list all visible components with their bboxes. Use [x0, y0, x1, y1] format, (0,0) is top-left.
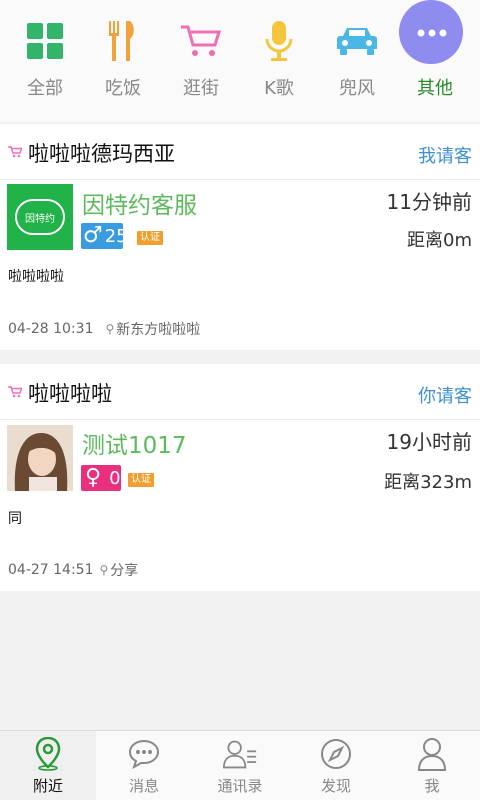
post-location: 分享 — [110, 563, 139, 579]
treat-label[interactable]: 我请客 — [418, 142, 472, 168]
gender-age-badge: ♂ 25 — [81, 223, 128, 249]
post-meta: 04-27 14:51 ⚲ 分享 — [8, 560, 138, 580]
location-pin-icon: ⚲ — [105, 322, 115, 336]
category-label: 兜风 — [339, 78, 375, 99]
microphone-icon — [254, 16, 304, 66]
treat-label[interactable]: 你请客 — [418, 382, 472, 408]
tab-contacts[interactable]: 通讯录 — [192, 731, 288, 800]
tab-label: 发现 — [320, 777, 351, 795]
avatar[interactable] — [7, 425, 73, 491]
tab-nearby[interactable]: 附近 — [0, 731, 96, 800]
tab-messages[interactable]: 消息 — [96, 731, 192, 800]
more-icon — [406, 7, 458, 59]
post-card[interactable]: 啦啦啦啦 你请客 测试1017 19小时前 ♀ 0 认证 距离323m 同 04… — [0, 364, 480, 591]
avatar-photo — [7, 425, 73, 491]
distance: 距离0m — [407, 230, 472, 251]
username[interactable]: 因特约客服 — [82, 186, 197, 220]
post-title: 啦啦啦啦 — [28, 382, 112, 406]
female-icon: ♀ — [85, 465, 102, 490]
post-title: 啦啦啦德玛西亚 — [28, 142, 175, 166]
time-ago: 11分钟前 — [386, 190, 472, 214]
category-bar: 全部 吃饭 逛街 K歌 兜风 其他 — [0, 0, 480, 122]
category-label: 吃饭 — [105, 78, 141, 99]
category-shopping[interactable]: 逛街 — [166, 10, 236, 110]
category-all[interactable]: 全部 — [10, 10, 80, 110]
contacts-icon — [223, 737, 257, 771]
post-message: 同 — [8, 511, 22, 527]
post-message: 啦啦啦啦 — [8, 269, 64, 285]
category-other[interactable]: 其他 — [399, 0, 470, 110]
fork-knife-icon — [98, 16, 148, 66]
tab-label: 通讯录 — [217, 777, 263, 795]
car-icon — [332, 16, 382, 66]
category-label: K歌 — [264, 78, 294, 99]
post-header: 啦啦啦德玛西亚 我请客 — [0, 124, 480, 180]
distance: 距离323m — [384, 472, 472, 493]
category-label: 逛街 — [183, 78, 219, 99]
bottom-tab-bar: 附近 消息 通讯录 发现 我 — [0, 730, 480, 800]
time-ago: 19小时前 — [386, 430, 472, 454]
gender-age-badge: ♀ 0 — [81, 465, 121, 491]
age: 0 — [109, 467, 121, 489]
verified-badge: 认证 — [137, 231, 163, 245]
age: 25 — [104, 225, 128, 247]
verified-badge: 认证 — [128, 473, 154, 487]
category-drive[interactable]: 兜风 — [322, 10, 392, 110]
post-card[interactable]: 啦啦啦德玛西亚 我请客 因特约 因特约客服 11分钟前 ♂ 25 认证 距离0m… — [0, 124, 480, 350]
username[interactable]: 测试1017 — [82, 426, 187, 460]
chat-bubble-icon — [127, 737, 161, 771]
tab-discover[interactable]: 发现 — [288, 731, 384, 800]
post-meta: 04-28 10:31 ⚲ 新东方啦啦啦 — [8, 319, 200, 339]
cart-icon — [8, 146, 22, 158]
post-location: 新东方啦啦啦 — [116, 322, 201, 338]
shopping-cart-icon — [176, 16, 226, 66]
tab-label: 附近 — [32, 777, 63, 795]
location-pin-icon: ⚲ — [99, 563, 109, 577]
post-date: 04-28 10:31 — [8, 321, 94, 337]
category-karaoke[interactable]: K歌 — [244, 10, 314, 110]
location-pin-icon — [31, 737, 65, 771]
tab-label: 消息 — [128, 777, 159, 795]
category-label: 其他 — [417, 78, 453, 99]
category-label: 全部 — [27, 78, 63, 99]
person-icon — [415, 737, 449, 771]
post-header: 啦啦啦啦 你请客 — [0, 364, 480, 420]
tab-label: 我 — [424, 777, 440, 795]
male-icon: ♂ — [83, 223, 103, 248]
compass-icon — [319, 737, 353, 771]
category-eat[interactable]: 吃饭 — [88, 10, 158, 110]
post-date: 04-27 14:51 — [8, 562, 94, 578]
cart-icon — [8, 386, 22, 398]
tab-me[interactable]: 我 — [384, 731, 480, 800]
avatar[interactable]: 因特约 — [7, 184, 73, 250]
grid-icon — [20, 16, 70, 66]
avatar-logo-text: 因特约 — [15, 199, 65, 235]
